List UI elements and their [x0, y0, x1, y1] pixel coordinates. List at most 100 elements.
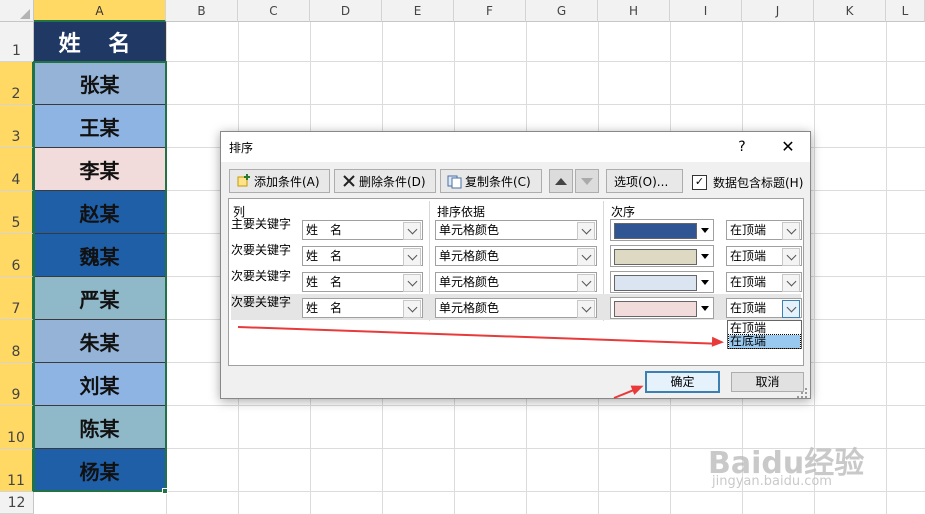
level-1-column-select[interactable]: 姓 名 — [302, 220, 423, 240]
row-number: 11 — [7, 473, 25, 489]
column-header-l[interactable]: L — [886, 0, 925, 22]
column-header-c[interactable]: C — [238, 0, 310, 22]
select-all-triangle-icon — [20, 9, 30, 19]
level-1-color-select[interactable] — [610, 219, 714, 241]
level-3-position-select[interactable]: 在顶端 — [726, 272, 802, 292]
row-header-3[interactable]: 3 — [0, 105, 34, 148]
chevron-down-icon[interactable] — [577, 248, 595, 266]
row-header-6[interactable]: 6 — [0, 234, 34, 277]
annotation-arrow-head — [711, 336, 725, 348]
row-header-7[interactable]: 7 — [0, 277, 34, 320]
dropdown-arrow-icon[interactable] — [699, 275, 711, 289]
add-level-button[interactable]: 添加条件(A) — [229, 169, 330, 193]
level-2-color-select[interactable] — [610, 245, 714, 267]
delete-level-button[interactable]: 删除条件(D) — [334, 169, 436, 193]
cell-a1[interactable]: 姓 名 — [34, 22, 166, 62]
row-header-5[interactable]: 5 — [0, 191, 34, 234]
sort-on-heading: 排序依据 — [437, 205, 486, 219]
copy-level-button[interactable]: 复制条件(C) — [440, 169, 542, 193]
row-header-11[interactable]: 11 — [0, 449, 34, 492]
chevron-down-icon[interactable] — [782, 222, 800, 240]
column-header-k[interactable]: K — [814, 0, 886, 22]
dialog-titlebar[interactable]: 排序 ? ✕ — [221, 132, 810, 162]
level-4-position-select[interactable]: 在顶端 — [726, 298, 802, 318]
column-header-g[interactable]: G — [526, 0, 598, 22]
row-header-1[interactable]: 1 — [0, 22, 34, 62]
column-header-b[interactable]: B — [166, 0, 238, 22]
chevron-down-icon[interactable] — [577, 222, 595, 240]
level-4-color-select[interactable] — [610, 297, 714, 319]
has-headers-label: 数据包含标题(H) — [713, 176, 804, 190]
combo-value: 姓 名 — [306, 301, 343, 315]
level-3-column-select[interactable]: 姓 名 — [302, 272, 423, 292]
row-header-10[interactable]: 10 — [0, 406, 34, 449]
close-button[interactable]: ✕ — [773, 136, 803, 158]
combo-value: 姓 名 — [306, 275, 343, 289]
combo-value: 姓 名 — [306, 223, 343, 237]
has-headers-checkbox-group[interactable]: ✓ 数据包含标题(H) — [692, 174, 803, 191]
combo-value: 单元格颜色 — [439, 223, 500, 237]
chevron-down-icon[interactable] — [403, 300, 421, 318]
level-3-sort-on-select[interactable]: 单元格颜色 — [435, 272, 597, 292]
copy-level-label: 复制条件(C) — [465, 174, 531, 189]
chevron-down-icon[interactable] — [403, 222, 421, 240]
level-1-sort-on-select[interactable]: 单元格颜色 — [435, 220, 597, 240]
move-up-button[interactable] — [549, 169, 573, 193]
row-header-12[interactable]: 12 — [0, 492, 34, 514]
row-header-4[interactable]: 4 — [0, 148, 34, 191]
chevron-down-icon[interactable] — [403, 274, 421, 292]
row-number: 8 — [11, 344, 21, 360]
dropdown-arrow-icon[interactable] — [699, 249, 711, 263]
options-button[interactable]: 选项(O)... — [606, 169, 683, 193]
delete-icon — [341, 173, 357, 189]
combo-value: 在顶端 — [730, 223, 767, 237]
ok-button[interactable]: 确定 — [645, 371, 720, 393]
level-1-label: 主要关键字 — [231, 217, 292, 231]
column-header-i[interactable]: I — [670, 0, 742, 22]
move-down-button[interactable] — [575, 169, 599, 193]
chevron-down-icon[interactable] — [577, 274, 595, 292]
combo-value: 在顶端 — [730, 249, 767, 263]
dropdown-arrow-icon[interactable] — [699, 301, 711, 315]
row-number: 3 — [11, 129, 21, 145]
fill-handle[interactable] — [162, 488, 168, 494]
chevron-down-icon[interactable] — [782, 300, 800, 318]
has-headers-checkbox[interactable]: ✓ — [692, 175, 707, 190]
level-4-column-select[interactable]: 姓 名 — [302, 298, 423, 318]
column-header-f[interactable]: F — [454, 0, 526, 22]
row-header-9[interactable]: 9 — [0, 363, 34, 406]
color-swatch — [614, 301, 697, 317]
option-on-bottom[interactable]: 在底端 — [728, 334, 801, 349]
row-number: 4 — [11, 172, 21, 188]
cancel-button[interactable]: 取消 — [731, 372, 804, 392]
resize-grip-icon[interactable] — [796, 387, 808, 399]
combo-value: 姓 名 — [306, 249, 343, 263]
column-header-d[interactable]: D — [310, 0, 382, 22]
help-button[interactable]: ? — [731, 136, 753, 158]
level-3-color-select[interactable] — [610, 271, 714, 293]
chevron-down-icon[interactable] — [782, 248, 800, 266]
chevron-down-icon[interactable] — [782, 274, 800, 292]
options-label: 选项(O)... — [614, 174, 669, 189]
level-2-position-select[interactable]: 在顶端 — [726, 246, 802, 266]
gridline — [886, 22, 887, 514]
dialog-title: 排序 — [229, 141, 254, 155]
chevron-down-icon[interactable] — [577, 300, 595, 318]
level-1-position-select[interactable]: 在顶端 — [726, 220, 802, 240]
column-header-e[interactable]: E — [382, 0, 454, 22]
column-header-j[interactable]: J — [742, 0, 814, 22]
color-swatch — [614, 249, 697, 265]
column-header-a[interactable]: A — [34, 0, 166, 22]
dropdown-arrow-icon[interactable] — [699, 223, 711, 237]
column-header-h[interactable]: H — [598, 0, 670, 22]
level-4-sort-on-select[interactable]: 单元格颜色 — [435, 298, 597, 318]
copy-icon — [447, 173, 463, 189]
level-2-column-select[interactable]: 姓 名 — [302, 246, 423, 266]
move-up-icon — [555, 177, 567, 185]
row-number: 7 — [11, 301, 21, 317]
row-header-8[interactable]: 8 — [0, 320, 34, 363]
level-2-sort-on-select[interactable]: 单元格颜色 — [435, 246, 597, 266]
row-header-2[interactable]: 2 — [0, 62, 34, 105]
gridline — [34, 405, 925, 406]
chevron-down-icon[interactable] — [403, 248, 421, 266]
